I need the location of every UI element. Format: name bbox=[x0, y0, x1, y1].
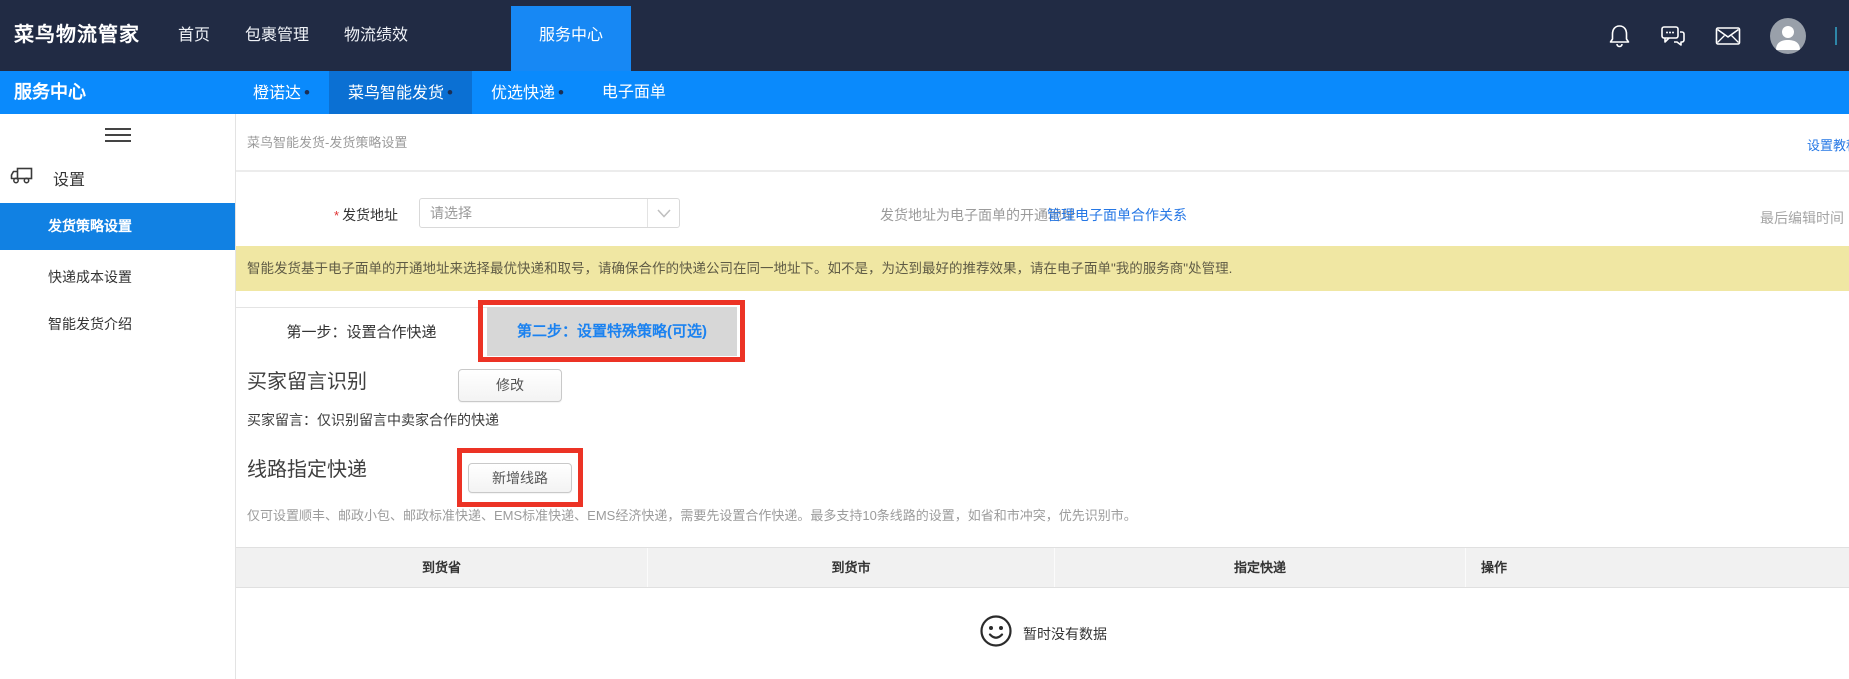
empty-state-text: 暂时没有数据 bbox=[1023, 624, 1107, 644]
chevron-down-icon bbox=[647, 199, 679, 227]
subnav-item-e-waybill[interactable]: 电子面单 bbox=[583, 71, 685, 114]
hamburger-icon bbox=[105, 124, 131, 146]
routes-table-header: 到货省 到货市 指定快递 操作 bbox=[236, 547, 1849, 588]
subnav-item-smart-shipping-active[interactable]: 菜鸟智能发货• bbox=[329, 71, 472, 114]
app-logo: 菜鸟物流管家 bbox=[14, 0, 140, 71]
step-tabs: 第一步：设置合作快递 第二步：设置特殊策略(可选) bbox=[236, 307, 1849, 356]
tab-step1-cooperative-express[interactable]: 第一步：设置合作快递 bbox=[236, 307, 487, 356]
setup-tutorial-link[interactable]: 设置教程 bbox=[1807, 135, 1849, 154]
col-header-actions: 操作 bbox=[1465, 548, 1849, 587]
dot-badge: • bbox=[447, 83, 453, 102]
tab-step2-special-strategy-active[interactable]: 第二步：设置特殊策略(可选) bbox=[487, 307, 737, 356]
table-empty-state: 暂时没有数据 bbox=[236, 588, 1849, 679]
nav-item-package-management[interactable]: 包裹管理 bbox=[245, 0, 309, 71]
sidebar-item-shipping-strategy-active[interactable]: 发货策略设置 bbox=[0, 203, 235, 250]
top-nav-menu: 首页 包裹管理 物流绩效 服务中心 bbox=[140, 0, 631, 71]
subnav-item-chengnuoda[interactable]: 橙诺达• bbox=[234, 71, 329, 114]
add-route-button[interactable]: 新增线路 bbox=[468, 463, 572, 493]
nav-item-service-center-active[interactable]: 服务中心 bbox=[511, 6, 631, 71]
mail-icon[interactable] bbox=[1715, 26, 1741, 46]
sidebar-group-label: 设置 bbox=[53, 166, 85, 190]
sidebar-collapse-toggle[interactable] bbox=[0, 114, 235, 156]
truck-icon bbox=[10, 167, 33, 189]
nav-item-logistics-performance[interactable]: 物流绩效 bbox=[344, 0, 408, 71]
user-avatar[interactable] bbox=[1770, 18, 1806, 54]
last-edit-time-label: 最后编辑时间 bbox=[1760, 208, 1844, 228]
route-express-desc: 仅可设置顺丰、邮政小包、邮政标准快递、EMS标准快递、EMS经济快递，需要先设置… bbox=[247, 505, 1137, 524]
modify-button[interactable]: 修改 bbox=[458, 369, 562, 402]
sidebar-group-settings[interactable]: 设置 bbox=[0, 158, 235, 198]
dot-badge: • bbox=[304, 83, 310, 102]
buyer-message-desc: 买家留言：仅识别留言中卖家合作的快递 bbox=[247, 410, 499, 430]
bell-icon[interactable] bbox=[1608, 23, 1631, 48]
shipping-address-form-row: *发货地址 请选择 发货地址为电子面单的开通地址 管理电子面单合作关系 最后编辑… bbox=[236, 198, 1849, 228]
subnav-menu: 橙诺达• 菜鸟智能发货• 优选快递• 电子面单 bbox=[234, 71, 685, 114]
nav-item-home[interactable]: 首页 bbox=[178, 0, 210, 71]
notice-banner: 智能发货基于电子面单的开通地址来选择最优快递和取号，请确保合作的快递公司在同一地… bbox=[236, 246, 1849, 291]
smiley-icon bbox=[978, 613, 1014, 654]
main-content: 菜鸟智能发货-发货策略设置 设置教程 *发货地址 请选择 发货地址为电子面单的开… bbox=[236, 114, 1849, 679]
breadcrumb-row: 菜鸟智能发货-发货策略设置 设置教程 bbox=[236, 114, 1849, 172]
required-asterisk: * bbox=[334, 208, 339, 223]
topbar-separator bbox=[1835, 27, 1837, 45]
sub-navbar: 服务中心 橙诺达• 菜鸟智能发货• 优选快递• 电子面单 bbox=[0, 71, 1849, 114]
shipping-address-label: *发货地址 bbox=[334, 205, 398, 225]
col-header-arrival-province: 到货省 bbox=[236, 548, 647, 587]
col-header-arrival-city: 到货市 bbox=[647, 548, 1054, 587]
shipping-address-select[interactable]: 请选择 bbox=[419, 198, 680, 228]
sidebar: 设置 发货策略设置 快递成本设置 智能发货介绍 bbox=[0, 114, 236, 679]
sidebar-item-express-cost[interactable]: 快递成本设置 bbox=[0, 254, 235, 301]
dot-badge: • bbox=[558, 83, 564, 102]
manage-waybill-link[interactable]: 管理电子面单合作关系 bbox=[1047, 205, 1187, 225]
buyer-message-section-title: 买家留言识别 bbox=[247, 365, 367, 394]
select-placeholder: 请选择 bbox=[430, 199, 472, 227]
breadcrumb: 菜鸟智能发货-发货策略设置 bbox=[247, 114, 407, 172]
col-header-designated-express: 指定快递 bbox=[1054, 548, 1465, 587]
route-express-section-title: 线路指定快递 bbox=[247, 453, 367, 482]
sidebar-item-smart-shipping-intro[interactable]: 智能发货介绍 bbox=[0, 301, 235, 348]
subnav-item-preferred-express[interactable]: 优选快递• bbox=[472, 71, 583, 114]
chat-icon[interactable] bbox=[1660, 24, 1686, 48]
topbar-icons bbox=[1608, 0, 1849, 71]
app-window: 菜鸟物流管家 首页 包裹管理 物流绩效 服务中心 服务中心 橙诺 bbox=[0, 0, 1849, 679]
subnav-title: 服务中心 bbox=[14, 71, 86, 114]
top-navbar: 菜鸟物流管家 首页 包裹管理 物流绩效 服务中心 bbox=[0, 0, 1849, 71]
